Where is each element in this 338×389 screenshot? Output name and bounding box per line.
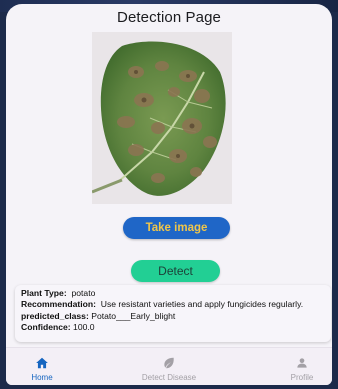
- bottom-nav: Home Detect Disease Profile: [6, 347, 332, 385]
- leaf-photo: [92, 32, 232, 204]
- nav-item-home[interactable]: Home: [24, 348, 60, 385]
- app-bar: Detection Page: [6, 4, 332, 30]
- take-image-button[interactable]: Take image: [123, 217, 230, 239]
- app-screen: Detection Page Take image Detect Plant T…: [6, 4, 332, 385]
- predicted-class-value: Potato___Early_blight: [91, 310, 176, 321]
- nav-label-profile: Profile: [290, 373, 314, 382]
- confidence-label: Confidence:: [21, 322, 71, 333]
- page-title: Detection Page: [117, 8, 221, 26]
- result-card: Plant Type: potato Recommendation: Use r…: [15, 285, 331, 342]
- recommendation-label: Recommendation:: [21, 299, 96, 310]
- confidence-row: Confidence: 100.0: [21, 322, 325, 333]
- home-icon: [36, 357, 48, 369]
- predicted-class-label: predicted_class:: [21, 310, 89, 321]
- leaf-photo-graphic: [92, 32, 232, 204]
- nav-item-profile[interactable]: Profile: [284, 348, 320, 385]
- nav-label-detect-disease: Detect Disease: [141, 373, 197, 382]
- plant-type-label: Plant Type:: [21, 288, 67, 298]
- confidence-value: 100.0: [73, 322, 95, 333]
- recommendation-row: Recommendation: Use resistant varieties …: [21, 299, 325, 310]
- plant-type-value: potato: [71, 288, 96, 298]
- nav-item-detect-disease[interactable]: Detect Disease: [128, 348, 210, 385]
- nav-label-home: Home: [31, 373, 53, 382]
- recommendation-value: Use resistant varieties and apply fungic…: [100, 299, 304, 310]
- person-icon: [297, 358, 307, 368]
- plant-type-row: Plant Type: potato: [21, 288, 325, 299]
- leaf-icon: [164, 357, 174, 369]
- detect-button[interactable]: Detect: [131, 260, 220, 282]
- predicted-class-row: predicted_class: Potato___Early_blight: [21, 311, 325, 322]
